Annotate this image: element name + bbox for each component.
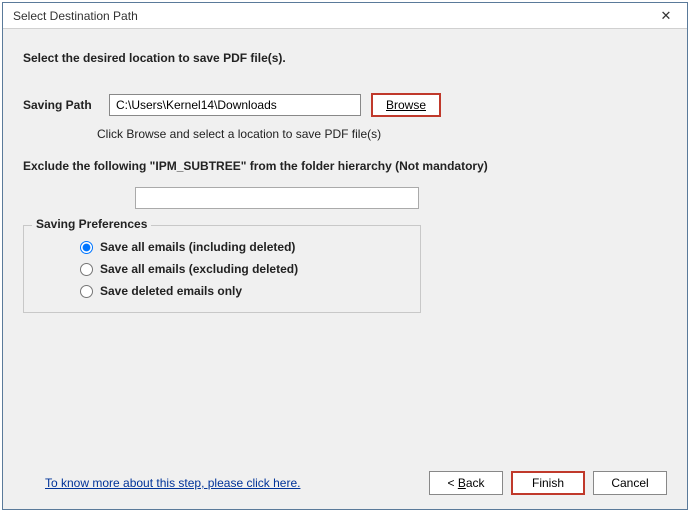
browse-hint: Click Browse and select a location to sa… — [97, 127, 667, 141]
radio-row-opt3: Save deleted emails only — [36, 280, 408, 302]
group-title: Saving Preferences — [32, 217, 151, 231]
titlebar: Select Destination Path ✕ — [3, 3, 687, 29]
saving-path-row: Saving Path Browse — [23, 93, 667, 117]
back-prefix: < — [447, 476, 457, 490]
back-underline: B — [458, 476, 466, 490]
saving-path-label: Saving Path — [23, 98, 109, 112]
back-button[interactable]: < Back — [429, 471, 503, 495]
dialog-body: Select the desired location to save PDF … — [3, 29, 687, 465]
saving-preferences-group: Saving Preferences Save all emails (incl… — [23, 225, 421, 313]
radio-label-opt2[interactable]: Save all emails (excluding deleted) — [100, 262, 298, 276]
radio-opt1[interactable] — [80, 241, 93, 254]
radio-opt3[interactable] — [80, 285, 93, 298]
dialog-footer: To know more about this step, please cli… — [3, 465, 687, 509]
cancel-button[interactable]: Cancel — [593, 471, 667, 495]
finish-button[interactable]: Finish — [511, 471, 585, 495]
window-title: Select Destination Path — [13, 9, 138, 23]
back-rest: ack — [466, 476, 485, 490]
radio-row-opt1: Save all emails (including deleted) — [36, 236, 408, 258]
browse-button[interactable]: Browse — [371, 93, 441, 117]
radio-label-opt3[interactable]: Save deleted emails only — [100, 284, 242, 298]
dialog-window: Select Destination Path ✕ Select the des… — [2, 2, 688, 510]
close-icon[interactable]: ✕ — [651, 6, 681, 26]
radio-label-opt1[interactable]: Save all emails (including deleted) — [100, 240, 295, 254]
help-link[interactable]: To know more about this step, please cli… — [45, 476, 300, 490]
footer-buttons: < Back Finish Cancel — [429, 471, 667, 495]
saving-path-input[interactable] — [109, 94, 361, 116]
radio-row-opt2: Save all emails (excluding deleted) — [36, 258, 408, 280]
exclude-input[interactable] — [135, 187, 419, 209]
exclude-label: Exclude the following "IPM_SUBTREE" from… — [23, 159, 667, 173]
radio-opt2[interactable] — [80, 263, 93, 276]
instruction-text: Select the desired location to save PDF … — [23, 51, 667, 65]
